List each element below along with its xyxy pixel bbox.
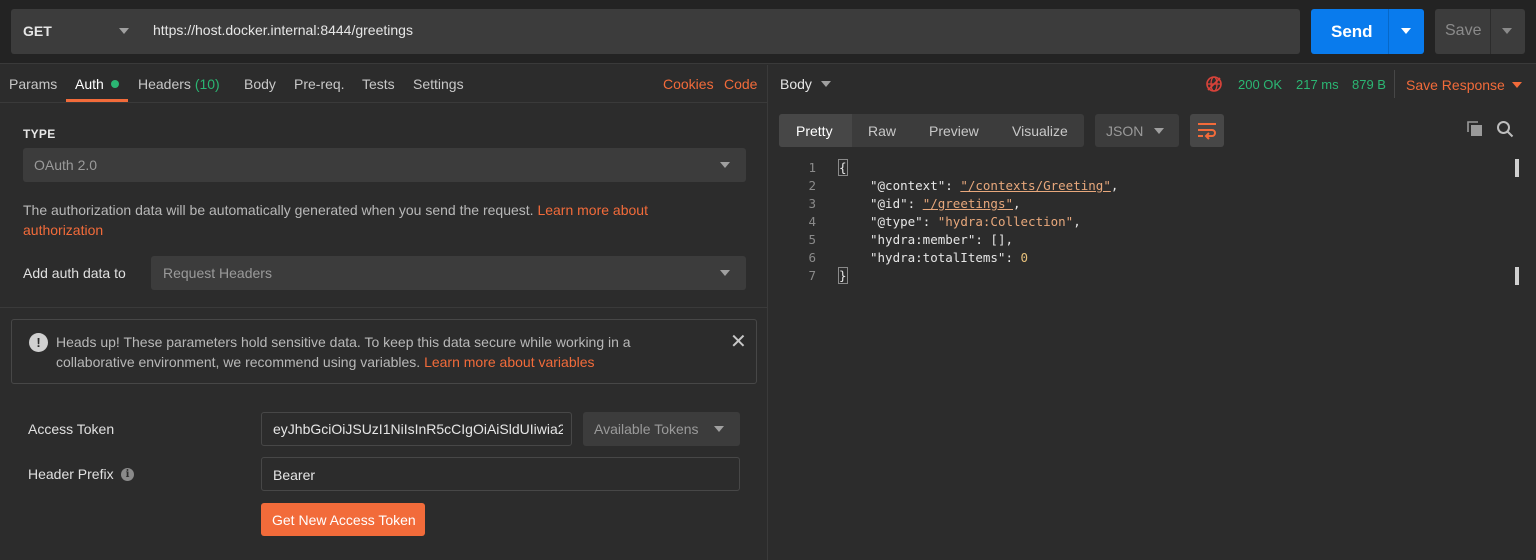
chevron-down-icon[interactable] [119, 28, 129, 34]
chevron-down-icon[interactable] [1512, 82, 1522, 88]
code-line: 7 } [786, 267, 1506, 286]
get-new-access-token-label[interactable]: Get New Access Token [272, 512, 416, 528]
line-number: 3 [808, 196, 816, 211]
tab-tests[interactable]: Tests [362, 76, 395, 92]
wrap-lines-icon[interactable] [1197, 121, 1217, 140]
access-token-value[interactable]: eyJhbGciOiJSUzI1NiIsInR5cCIgOiAiSldUIiwi… [273, 421, 563, 437]
alert-message: Heads up! These parameters hold sensitiv… [56, 332, 696, 372]
pane-divider[interactable] [767, 65, 768, 560]
code-content: "@type": "hydra:Collection", [870, 214, 1081, 229]
json-value: "hydra:Collection" [937, 214, 1074, 229]
tab-headers-label: Headers [138, 76, 191, 92]
json-value: [] [990, 232, 1006, 247]
json-value-link[interactable]: "/greetings" [923, 196, 1013, 211]
response-time[interactable]: 217 ms [1296, 77, 1339, 92]
format-value[interactable]: JSON [1106, 123, 1143, 139]
code-line: 5 "hydra:member": [], [786, 232, 1506, 250]
json-key: "hydra:totalItems" [870, 250, 1006, 265]
send-divider [1388, 9, 1389, 54]
section-divider [0, 307, 767, 308]
save-options-chevron-icon[interactable] [1502, 28, 1512, 34]
url-input[interactable]: https://host.docker.internal:8444/greeti… [153, 22, 413, 38]
view-tab-visualize[interactable]: Visualize [1012, 123, 1068, 139]
header-prefix-input[interactable] [261, 457, 740, 491]
auth-type-label: TYPE [23, 127, 56, 141]
cookies-link[interactable]: Cookies [663, 76, 714, 92]
code-line: 4 "@type": "hydra:Collection", [786, 214, 1506, 232]
json-value-link[interactable]: "/contexts/Greeting" [960, 178, 1111, 193]
chevron-down-icon[interactable] [720, 162, 730, 168]
json-value: 0 [1020, 250, 1029, 265]
info-icon[interactable]: i [121, 468, 134, 481]
chevron-down-icon[interactable] [1154, 128, 1164, 134]
view-tab-pretty[interactable]: Pretty [796, 123, 833, 139]
chevron-down-icon[interactable] [714, 426, 724, 432]
scrollbar-marker[interactable] [1515, 159, 1519, 177]
open-brace: { [838, 159, 848, 176]
line-number: 4 [808, 214, 816, 229]
code-line: 2 "@context": "/contexts/Greeting", [786, 178, 1506, 196]
auth-description-text: The authorization data will be automatic… [23, 202, 534, 218]
view-tab-raw[interactable]: Raw [868, 123, 896, 139]
tab-body[interactable]: Body [244, 76, 276, 92]
code-content: "@context": "/contexts/Greeting", [870, 178, 1119, 193]
save-response-button[interactable]: Save Response [1406, 77, 1505, 93]
tab-params[interactable]: Params [9, 76, 57, 92]
json-key: "@id" [870, 196, 908, 211]
code-line: 6 "hydra:totalItems": 0 [786, 250, 1506, 268]
access-token-label: Access Token [28, 421, 115, 437]
code-link[interactable]: Code [724, 76, 757, 92]
json-key: "@type" [870, 214, 923, 229]
copy-icon[interactable] [1466, 120, 1484, 138]
learn-more-variables-link[interactable]: Learn more about variables [424, 354, 594, 370]
response-body-select[interactable]: Body [780, 76, 812, 92]
tab-settings[interactable]: Settings [413, 76, 464, 92]
code-content: "@id": "/greetings", [870, 196, 1021, 211]
chevron-down-icon[interactable] [821, 81, 831, 87]
code-content: "hydra:totalItems": 0 [870, 250, 1029, 265]
send-options-chevron-icon[interactable] [1401, 28, 1411, 34]
tab-prereq[interactable]: Pre-req. [294, 76, 345, 92]
exclamation-icon: ! [29, 333, 48, 352]
auth-type-value[interactable]: OAuth 2.0 [34, 157, 97, 173]
search-icon[interactable] [1496, 120, 1514, 138]
auth-description: The authorization data will be automatic… [23, 200, 723, 240]
headers-count: (10) [194, 76, 220, 92]
line-number: 6 [808, 250, 816, 265]
save-divider [1490, 9, 1491, 54]
view-tab-preview[interactable]: Preview [929, 123, 979, 139]
line-number: 1 [808, 160, 816, 175]
header-prefix-value[interactable]: Bearer [273, 467, 315, 483]
save-button-label[interactable]: Save [1445, 22, 1481, 40]
close-brace: } [838, 267, 848, 284]
available-tokens-label[interactable]: Available Tokens [594, 421, 699, 437]
chevron-down-icon[interactable] [720, 270, 730, 276]
auth-type-select[interactable] [23, 148, 746, 182]
code-content: "hydra:member": [], [870, 232, 1014, 247]
tab-row-border [0, 102, 767, 103]
add-auth-label: Add auth data to [23, 265, 126, 281]
add-auth-value[interactable]: Request Headers [163, 265, 272, 281]
globe-icon[interactable] [1205, 75, 1223, 93]
auth-status-dot [111, 80, 119, 88]
scrollbar-marker[interactable] [1515, 267, 1519, 285]
close-icon[interactable]: ✕ [730, 332, 747, 352]
tab-auth[interactable]: Auth [75, 76, 104, 92]
status-divider [1394, 70, 1395, 98]
send-button-label[interactable]: Send [1331, 22, 1373, 42]
line-number: 2 [808, 178, 816, 193]
json-key: "@context" [870, 178, 946, 193]
line-number: 5 [808, 232, 816, 247]
code-line: 3 "@id": "/greetings", [786, 196, 1506, 214]
header-prefix-label: Header Prefix [28, 466, 114, 482]
response-size[interactable]: 879 B [1352, 77, 1386, 92]
status-code[interactable]: 200 OK [1238, 77, 1282, 92]
line-number: 7 [808, 268, 816, 283]
code-line: 1 { [786, 159, 1506, 178]
response-code-viewer[interactable]: 1 { 2 "@context": "/contexts/Greeting", … [786, 159, 1506, 286]
method-select[interactable]: GET [23, 23, 52, 39]
json-key: "hydra:member" [870, 232, 976, 247]
tab-headers[interactable]: Headers (10) [138, 76, 220, 92]
